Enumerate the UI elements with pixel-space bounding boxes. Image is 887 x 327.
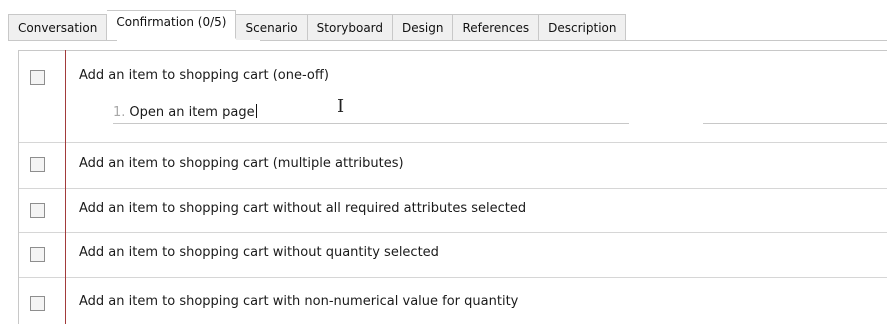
confirmation-checkbox[interactable]	[30, 157, 45, 172]
step-text[interactable]: Open an item page	[129, 105, 254, 120]
confirmation-label[interactable]: Add an item to shopping cart with non-nu…	[79, 294, 518, 309]
tab-scenario[interactable]: Scenario	[236, 14, 308, 41]
tab-bar: Conversation Confirmation (0/5) Scenario…	[0, 0, 887, 42]
text-caret	[255, 104, 257, 118]
tab-storyboard[interactable]: Storyboard	[307, 14, 394, 41]
tab-confirmation[interactable]: Confirmation (0/5)	[107, 10, 237, 39]
list-item: Add an item to shopping cart without qua…	[19, 232, 887, 278]
text-cursor-icon: I	[337, 96, 345, 117]
confirmation-checkbox[interactable]	[30, 70, 45, 85]
step-editor[interactable]: 1. Open an item page	[113, 104, 257, 120]
step-number: 1.	[113, 105, 126, 120]
confirmation-checkbox[interactable]	[30, 247, 45, 262]
confirmation-list: Add an item to shopping cart (one-off) 1…	[18, 50, 887, 324]
confirmation-label[interactable]: Add an item to shopping cart without qua…	[79, 245, 439, 260]
confirmation-label[interactable]: Add an item to shopping cart (one-off)	[79, 68, 329, 83]
list-item: Add an item to shopping cart (multiple a…	[19, 142, 887, 189]
tab-references[interactable]: References	[453, 14, 540, 41]
list-item: Add an item to shopping cart without all…	[19, 188, 887, 233]
tab-description[interactable]: Description	[539, 14, 627, 41]
step-input-underline-secondary[interactable]	[703, 123, 887, 124]
confirmation-label[interactable]: Add an item to shopping cart without all…	[79, 201, 526, 216]
confirmation-label[interactable]: Add an item to shopping cart (multiple a…	[79, 156, 404, 171]
list-item: Add an item to shopping cart (one-off) 1…	[19, 51, 887, 143]
list-item: Add an item to shopping cart with non-nu…	[19, 277, 887, 327]
active-tab-gap	[117, 40, 260, 41]
tab-design[interactable]: Design	[393, 14, 454, 41]
tab-conversation[interactable]: Conversation	[8, 14, 108, 41]
confirmation-checkbox[interactable]	[30, 203, 45, 218]
step-input-underline	[113, 123, 629, 124]
confirmation-checkbox[interactable]	[30, 296, 45, 311]
tab-strip: Conversation Confirmation (0/5) Scenario…	[8, 10, 627, 41]
margin-divider	[65, 50, 66, 324]
